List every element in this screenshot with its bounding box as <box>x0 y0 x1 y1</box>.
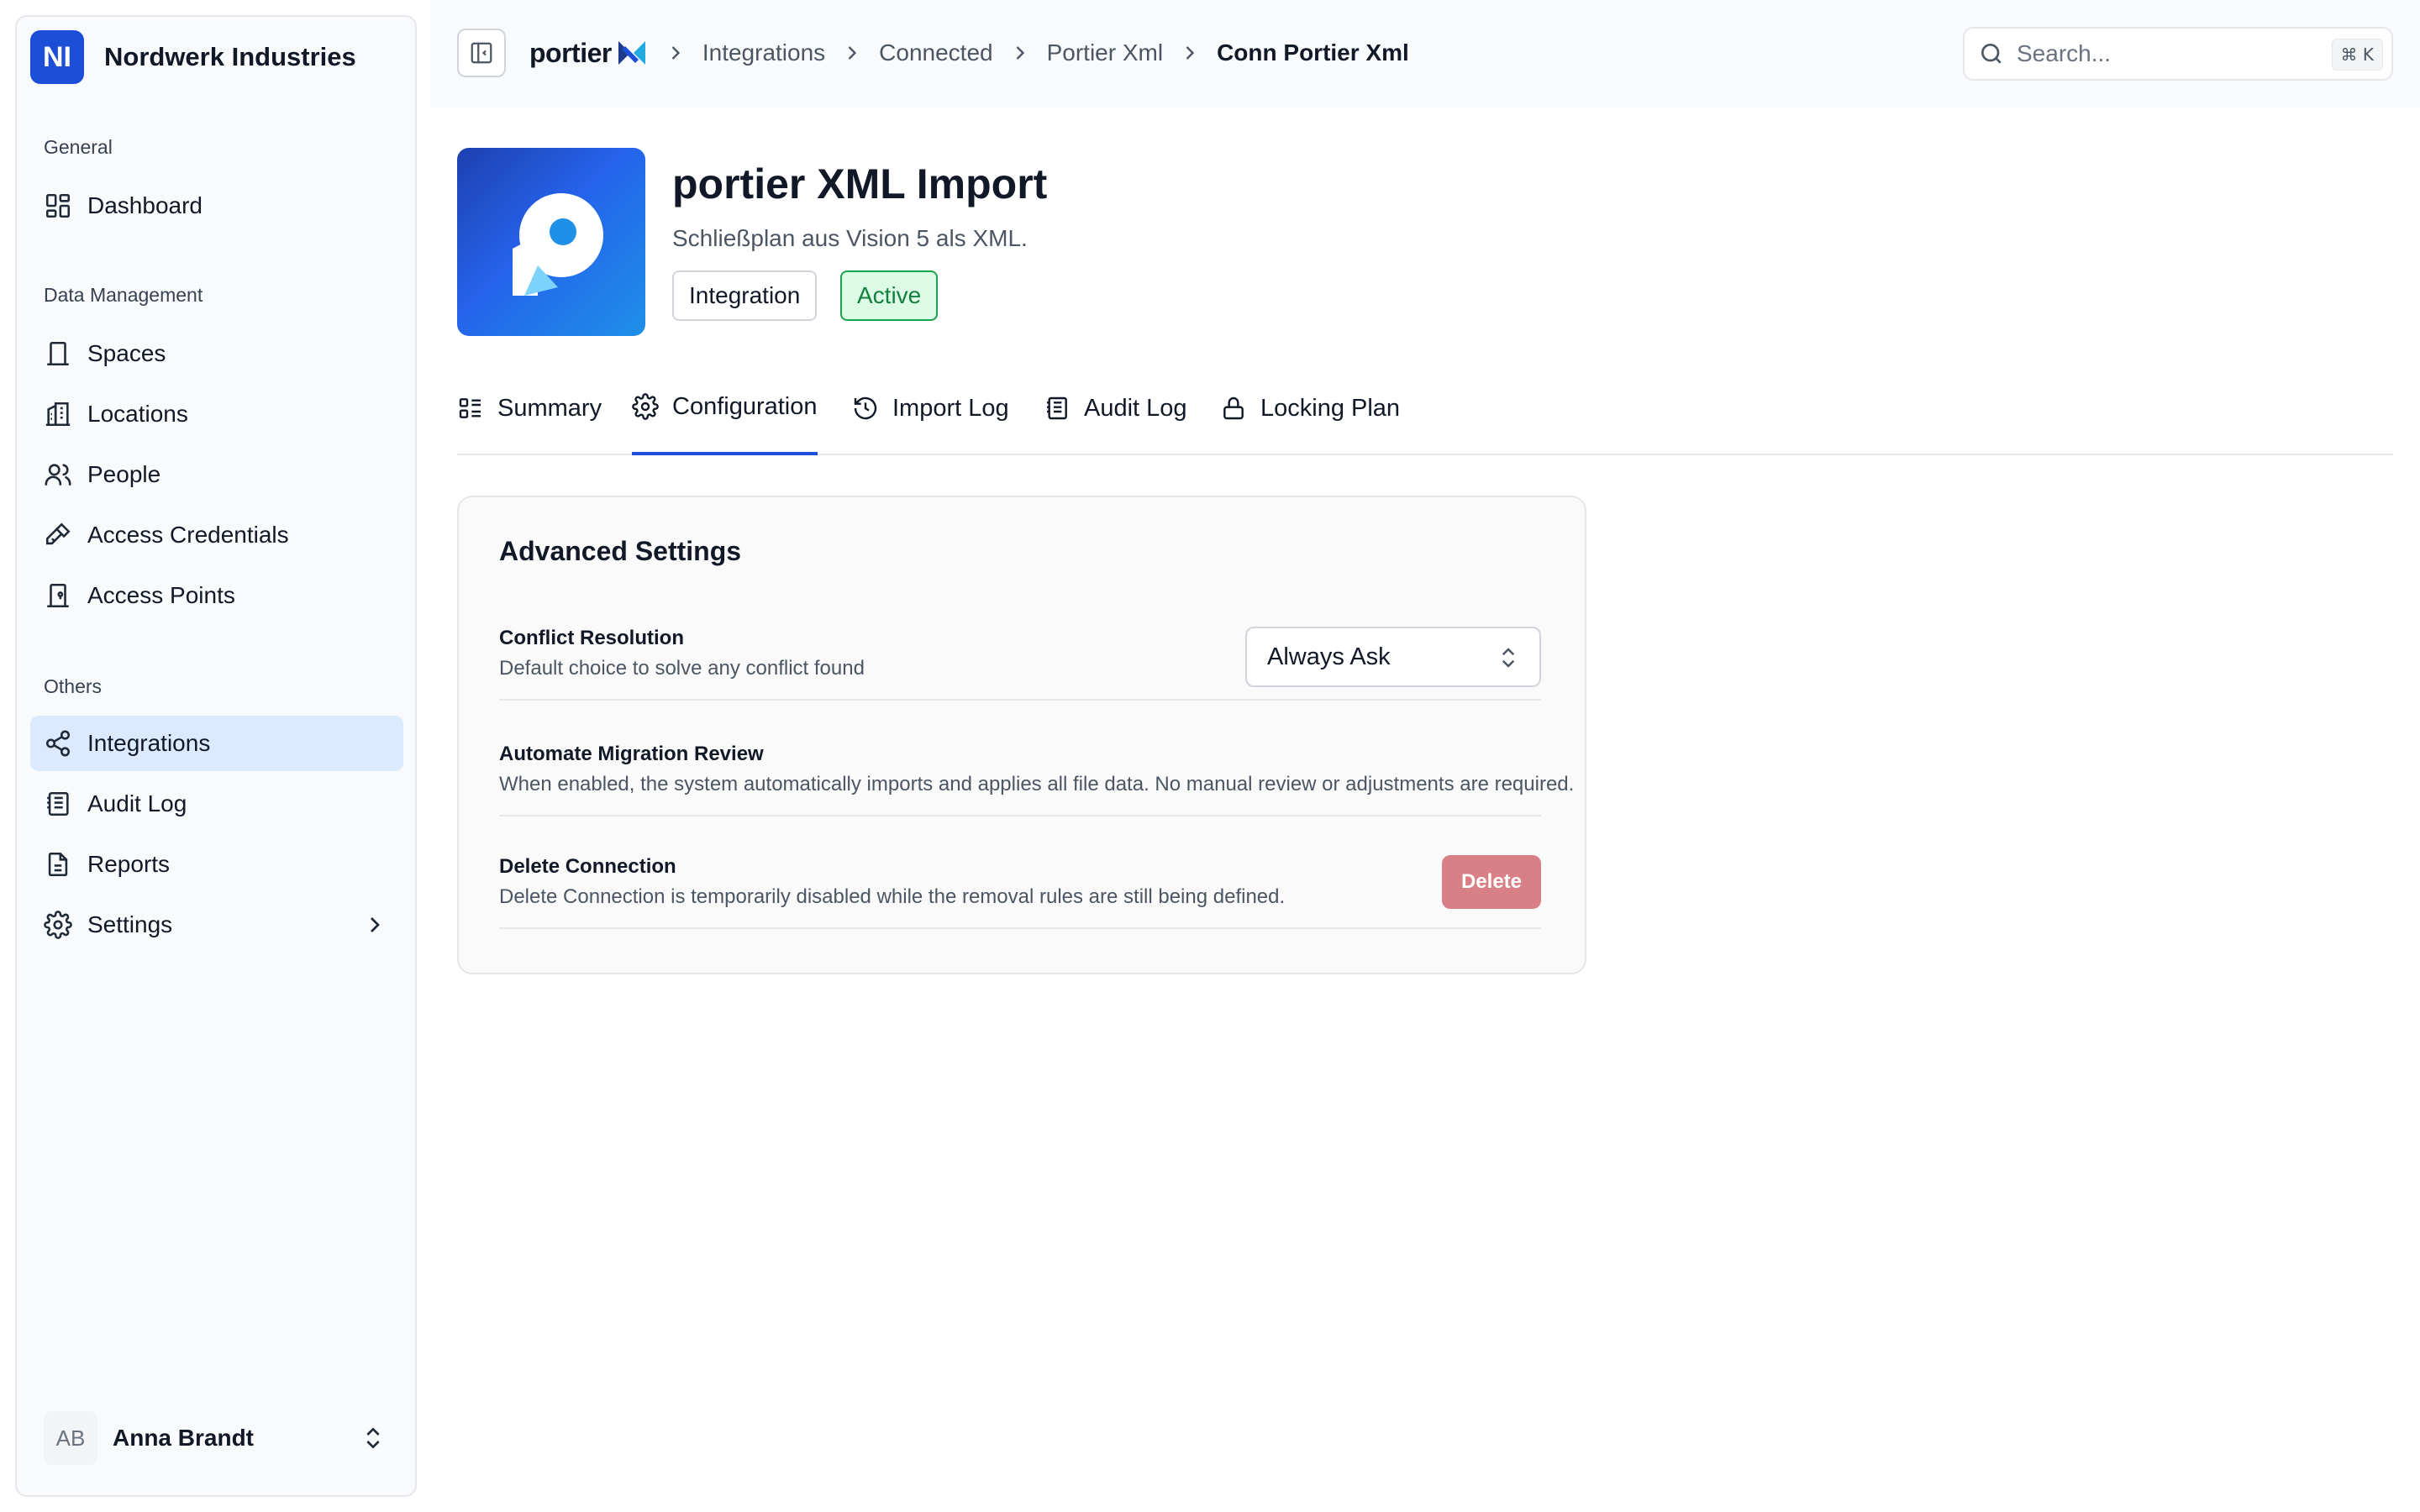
sidebar-item-audit-log[interactable]: Audit Log <box>30 776 403 832</box>
building-icon <box>44 339 72 368</box>
org-name: Nordwerk Industries <box>104 42 356 71</box>
chevron-right-icon <box>1178 41 1202 65</box>
section-label-others: Others <box>44 675 103 697</box>
advanced-settings-card: Advanced Settings Conflict Resolution De… <box>457 496 1586 974</box>
gear-icon <box>632 393 659 420</box>
chevron-right-icon <box>840 41 864 65</box>
delete-button[interactable]: Delete <box>1442 855 1541 909</box>
user-name: Anna Brandt <box>113 1425 254 1451</box>
sidebar: NI Nordwerk Industries General Dashboard… <box>15 15 417 1497</box>
dashboard-icon <box>44 192 72 220</box>
sidebar-item-label: Audit Log <box>87 790 187 816</box>
avatar: AB <box>44 1411 97 1465</box>
chevrons-up-down-icon <box>1496 645 1521 670</box>
user-menu[interactable]: AB Anna Brandt <box>30 1408 403 1468</box>
chevron-right-icon <box>1008 41 1032 65</box>
setting-description: When enabled, the system automatically i… <box>499 773 1575 795</box>
breadcrumb-current: Conn Portier Xml <box>1217 39 1409 66</box>
delete-connection-row: Delete Connection Delete Connection is t… <box>499 855 1541 929</box>
sidebar-item-label: Settings <box>87 911 173 937</box>
conflict-resolution-row: Conflict Resolution Default choice to so… <box>499 627 1541 701</box>
tab-label: Import Log <box>892 394 1009 422</box>
users-icon <box>44 460 72 489</box>
key-icon <box>44 521 72 549</box>
sidebar-item-access-points[interactable]: Access Points <box>30 568 403 623</box>
tab-import-log[interactable]: Import Log <box>852 370 1009 455</box>
setting-title: Automate Migration Review <box>499 743 764 765</box>
brand-logo[interactable]: portier <box>529 38 649 69</box>
sidebar-item-label: Integrations <box>87 730 211 756</box>
select-value: Always Ask <box>1267 643 1391 670</box>
chevrons-up-down-icon <box>360 1425 387 1452</box>
sidebar-item-dashboard[interactable]: Dashboard <box>30 178 403 234</box>
summary-icon <box>457 395 484 422</box>
brand-mark-icon <box>615 38 649 68</box>
panel-left-icon <box>469 40 494 66</box>
buildings-icon <box>44 400 72 428</box>
sidebar-item-label: People <box>87 461 161 487</box>
search-box: ⌘ K <box>1963 27 2393 81</box>
chevron-right-icon <box>664 41 687 65</box>
breadcrumb-integrations[interactable]: Integrations <box>702 39 825 66</box>
sidebar-item-people[interactable]: People <box>30 447 403 502</box>
log-icon <box>1044 395 1071 422</box>
section-label-general: General <box>44 136 113 158</box>
history-icon <box>852 395 879 422</box>
breadcrumb: portier Integrations Connected Portier X… <box>529 30 1409 76</box>
automate-migration-row: Automate Migration Review When enabled, … <box>499 743 1574 816</box>
setting-title: Conflict Resolution <box>499 627 684 649</box>
sidebar-item-label: Reports <box>87 851 171 877</box>
tab-label: Locking Plan <box>1260 394 1401 422</box>
sidebar-item-label: Locations <box>87 401 188 427</box>
sidebar-item-integrations[interactable]: Integrations <box>30 716 403 771</box>
integration-logo <box>457 148 645 336</box>
breadcrumb-portier-xml[interactable]: Portier Xml <box>1047 39 1163 66</box>
door-icon <box>44 581 72 610</box>
tab-summary[interactable]: Summary <box>457 370 602 455</box>
sidebar-item-label: Dashboard <box>87 192 203 218</box>
setting-description: Delete Connection is temporarily disable… <box>499 885 1286 908</box>
shortcut-hint: ⌘ K <box>2331 39 2383 71</box>
share-icon <box>44 729 72 758</box>
card-title: Advanced Settings <box>499 536 742 566</box>
chevron-right-icon <box>361 911 388 938</box>
org-logo: NI <box>30 30 84 84</box>
sidebar-item-locations[interactable]: Locations <box>30 386 403 442</box>
search-icon <box>1978 40 2005 67</box>
sidebar-item-reports[interactable]: Reports <box>30 837 403 892</box>
setting-description: Default choice to solve any conflict fou… <box>499 657 865 680</box>
breadcrumb-connected[interactable]: Connected <box>879 39 992 66</box>
page-subtitle: Schließplan aus Vision 5 als XML. <box>672 225 1028 251</box>
type-badge: Integration <box>672 270 818 321</box>
top-bar: portier Integrations Connected Portier X… <box>430 0 2420 108</box>
section-label-data-management: Data Management <box>44 284 203 306</box>
page-title: portier XML Import <box>672 160 1048 207</box>
search-input[interactable] <box>2017 40 2319 67</box>
file-icon <box>44 850 72 879</box>
tab-configuration[interactable]: Configuration <box>632 370 818 455</box>
conflict-resolution-select[interactable]: Always Ask <box>1245 627 1541 687</box>
tab-locking-plan[interactable]: Locking Plan <box>1220 370 1400 455</box>
sidebar-item-label: Access Credentials <box>87 522 289 548</box>
log-icon <box>44 790 72 818</box>
tab-label: Summary <box>497 394 602 422</box>
tab-label: Configuration <box>672 392 818 420</box>
status-badge: Active <box>840 270 939 321</box>
brand-name: portier <box>529 37 612 68</box>
sidebar-item-settings[interactable]: Settings <box>30 897 403 953</box>
lock-icon <box>1220 395 1247 422</box>
sidebar-item-spaces[interactable]: Spaces <box>30 326 403 381</box>
setting-title: Delete Connection <box>499 855 676 878</box>
tab-bar: Summary Configuration Import Log Audit L… <box>457 370 2393 455</box>
sidebar-item-label: Spaces <box>87 340 166 366</box>
org-switcher[interactable]: NI Nordwerk Industries <box>30 30 356 84</box>
sidebar-item-label: Access Points <box>87 582 235 608</box>
gear-icon <box>44 911 72 939</box>
tab-label: Audit Log <box>1084 394 1187 422</box>
sidebar-toggle-button[interactable] <box>457 29 506 77</box>
tab-audit-log[interactable]: Audit Log <box>1044 370 1187 455</box>
sidebar-item-access-credentials[interactable]: Access Credentials <box>30 507 403 563</box>
